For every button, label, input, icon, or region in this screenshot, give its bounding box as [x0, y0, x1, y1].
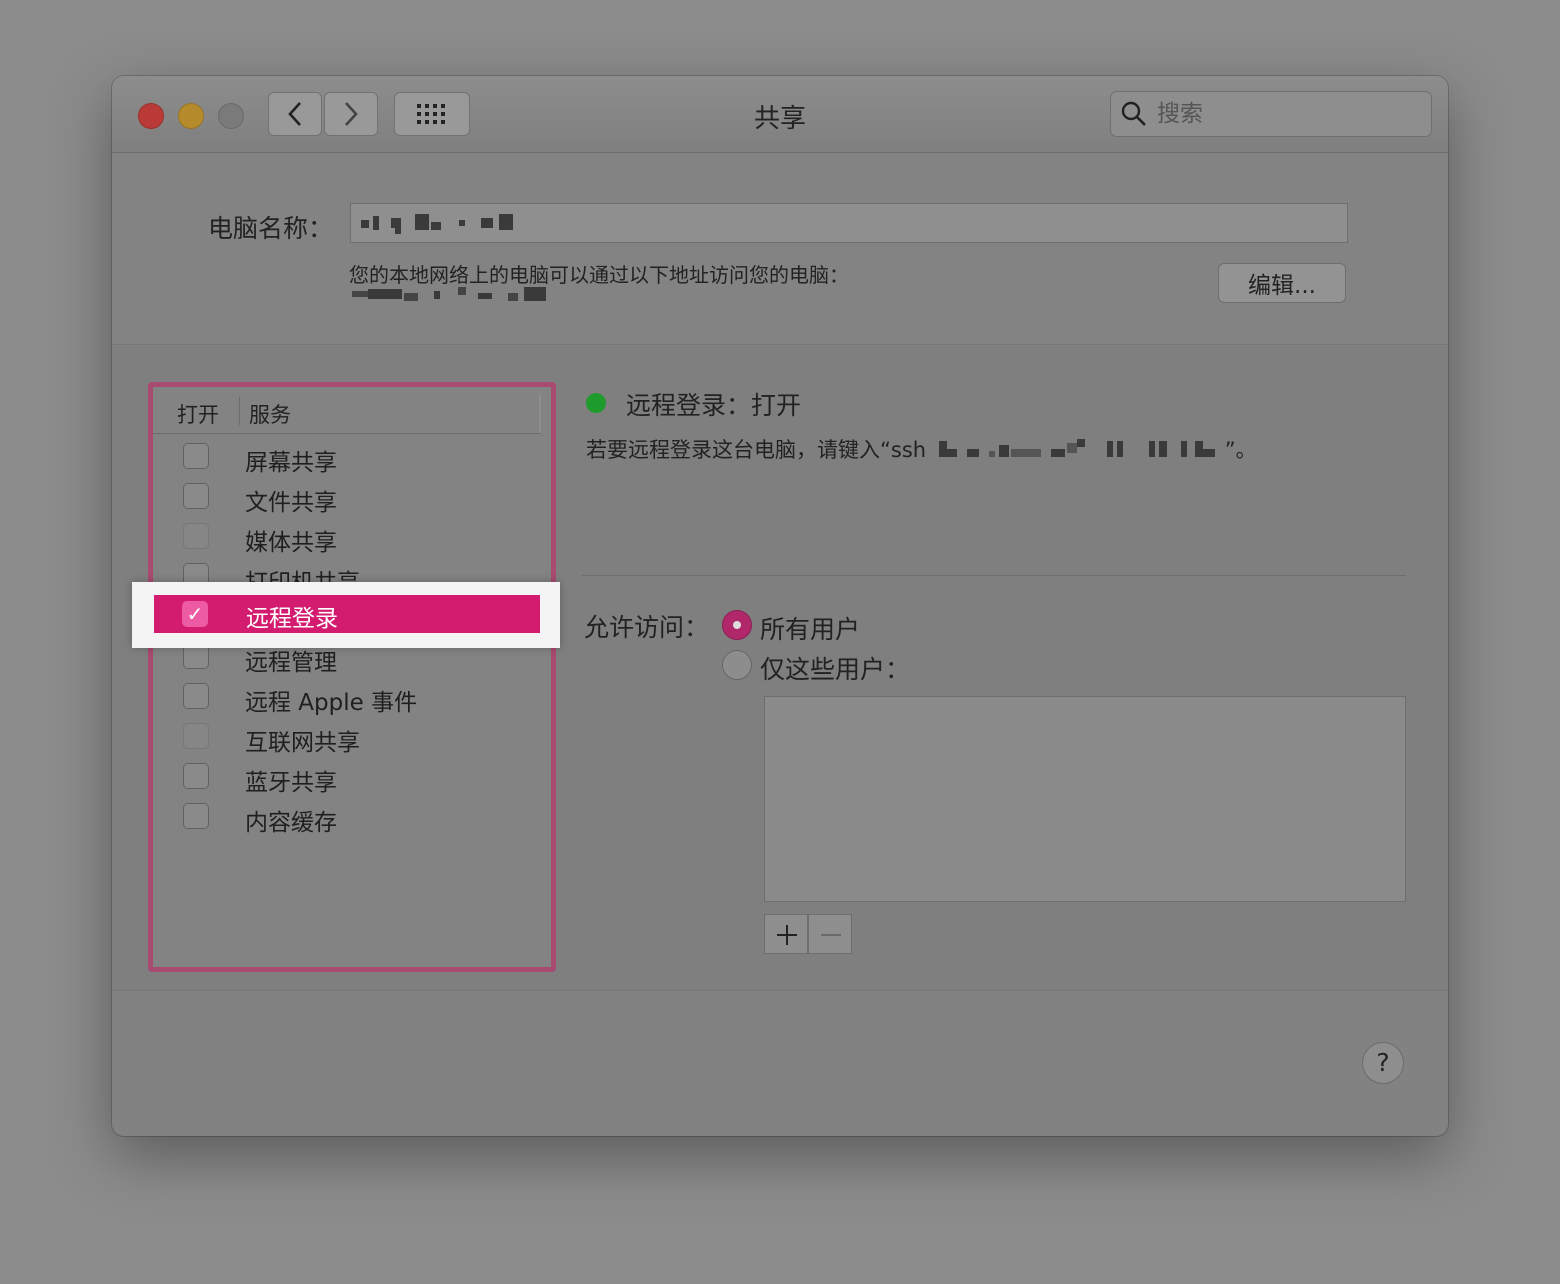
add-user-button[interactable] — [764, 914, 808, 954]
service-label: 媒体共享 — [245, 530, 337, 556]
service-list: 打开 服务 屏幕共享 文件共享 媒体共享 打印机共享 — [148, 382, 556, 972]
ssh-instruction: 若要远程登录这台电脑，请键入“ssh ”。 — [586, 434, 1257, 464]
section-divider — [582, 575, 1406, 576]
plus-icon — [777, 925, 797, 945]
radio-only-these-users[interactable] — [722, 650, 752, 680]
local-address-description: 您的本地网络上的电脑可以通过以下地址访问您的电脑： — [349, 263, 849, 287]
computer-name-label: 电脑名称： — [208, 214, 334, 243]
service-row-file-sharing[interactable]: 文件共享 — [153, 477, 541, 517]
service-checkbox[interactable] — [183, 523, 209, 549]
radio-all-users-label[interactable]: 所有用户 — [760, 610, 860, 646]
status-indicator — [586, 393, 606, 413]
column-separator — [239, 397, 240, 425]
service-checkbox[interactable] — [183, 483, 209, 509]
services-section: 打开 服务 屏幕共享 文件共享 媒体共享 打印机共享 — [112, 346, 1448, 991]
ssh-instruction-end: ”。 — [1224, 438, 1257, 462]
service-checkbox[interactable] — [183, 443, 209, 469]
service-row-remote-apple-events[interactable]: 远程 Apple 事件 — [153, 677, 541, 717]
column-header-on[interactable]: 打开 — [177, 399, 219, 429]
help-button[interactable]: ? — [1362, 1042, 1404, 1084]
ssh-instruction-text: 若要远程登录这台电脑，请键入“ssh — [586, 438, 927, 462]
search-input[interactable] — [1155, 92, 1419, 136]
service-label: 远程 Apple 事件 — [245, 690, 418, 716]
service-label: 互联网共享 — [245, 730, 360, 756]
service-label: 内容缓存 — [245, 810, 337, 836]
service-label: 屏幕共享 — [245, 450, 337, 476]
service-checkbox[interactable] — [183, 763, 209, 789]
radio-all-users[interactable] — [722, 610, 752, 640]
service-row-internet-sharing[interactable]: 互联网共享 — [153, 717, 541, 757]
title-bar: 共享 — [112, 76, 1448, 153]
edit-button[interactable]: 编辑... — [1218, 263, 1346, 303]
search-field[interactable] — [1110, 91, 1432, 137]
remove-user-button[interactable] — [808, 914, 852, 954]
service-status-title: 远程登录：打开 — [626, 391, 802, 420]
allowed-users-list[interactable] — [764, 696, 1406, 902]
allow-access-label: 允许访问： — [584, 613, 710, 642]
service-row-content-caching[interactable]: 内容缓存 — [153, 797, 541, 837]
scroll-separator — [539, 395, 541, 433]
redacted-ssh-address — [933, 439, 1225, 459]
service-label: 远程管理 — [245, 650, 337, 676]
column-header-service[interactable]: 服务 — [249, 399, 291, 429]
service-label: 蓝牙共享 — [245, 770, 337, 796]
minus-icon — [821, 934, 841, 936]
service-checkbox-checked[interactable]: ✓ — [182, 601, 208, 627]
service-row-media-sharing[interactable]: 媒体共享 — [153, 517, 541, 557]
search-icon — [1121, 101, 1146, 126]
service-checkbox[interactable] — [183, 723, 209, 749]
computer-name-field[interactable] — [350, 203, 1348, 243]
service-row-screen-sharing[interactable]: 屏幕共享 — [153, 437, 541, 477]
radio-only-these-users-label[interactable]: 仅这些用户： — [760, 650, 910, 686]
checkmark-icon: ✓ — [186, 602, 204, 626]
service-checkbox[interactable] — [183, 803, 209, 829]
service-row-bluetooth-sharing[interactable]: 蓝牙共享 — [153, 757, 541, 797]
service-label: 文件共享 — [245, 490, 337, 516]
service-label: 远程登录 — [246, 606, 338, 632]
service-list-header: 打开 服务 — [153, 387, 541, 434]
computer-name-section: 电脑名称： 您的本地网络上的电脑可以通过以下地址访问您的电脑： 编辑... — [112, 153, 1448, 345]
help-icon: ? — [1376, 1048, 1390, 1077]
service-checkbox[interactable] — [183, 683, 209, 709]
service-row-remote-login[interactable]: ✓ 远程登录 — [154, 595, 540, 633]
